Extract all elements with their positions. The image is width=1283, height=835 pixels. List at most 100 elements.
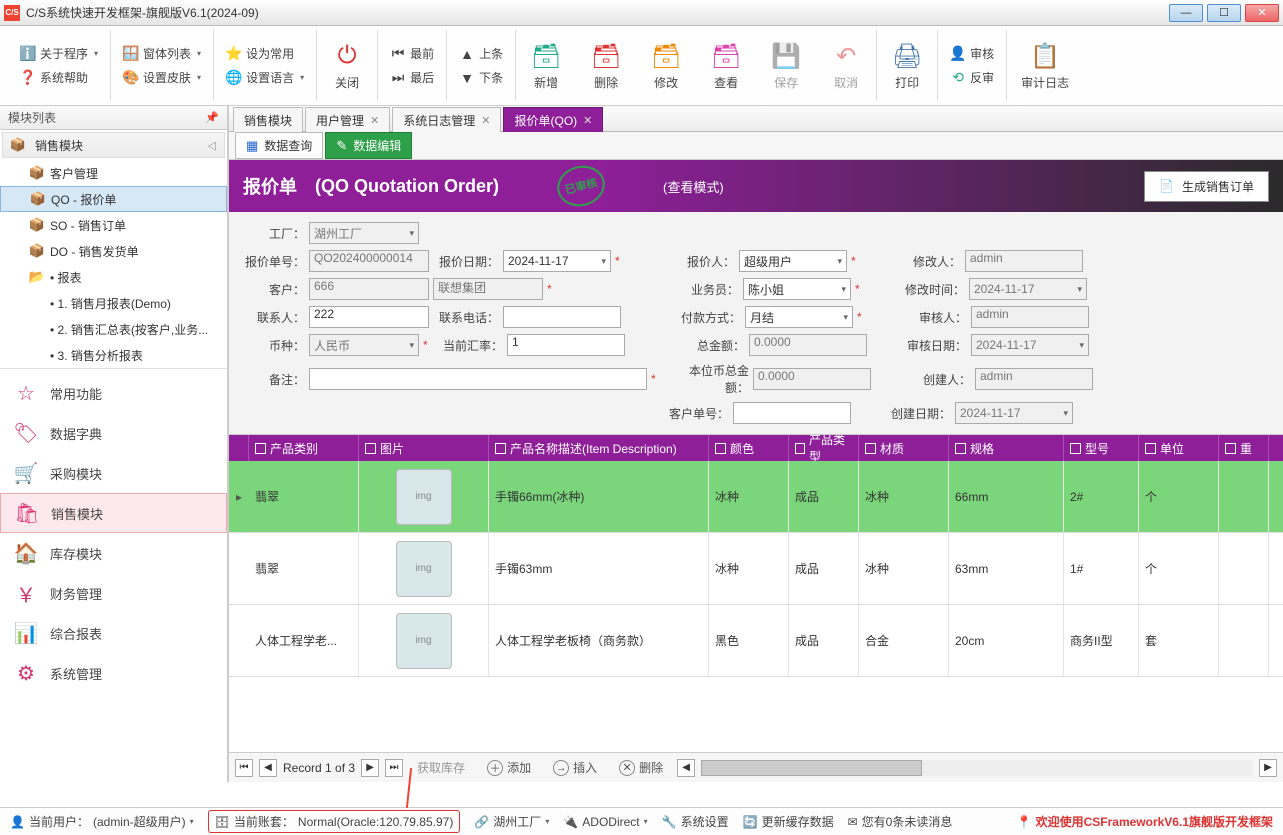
tree-item[interactable]: • 3. 销售分析报表 <box>0 342 227 368</box>
status-database[interactable]: 🗄 当前账套：Normal(Oracle:120.79.85.97) <box>208 810 461 833</box>
quick-nav-item[interactable]: 🏷数据字典 <box>0 413 227 453</box>
edit-button[interactable]: 🗃修改 <box>642 36 690 95</box>
tree-item[interactable]: • 2. 销售汇总表(按客户,业务... <box>0 316 227 342</box>
basetotal-input: 0.0000 <box>753 368 871 390</box>
col-category[interactable]: 产品类别 <box>249 435 359 461</box>
hscroll-left[interactable]: ◀ <box>677 759 695 777</box>
insert-row-button[interactable]: →插入 <box>545 757 605 778</box>
nav-next[interactable]: ▶ <box>361 759 379 777</box>
sales-label: 业务员： <box>677 281 739 298</box>
hscroll-right[interactable]: ▶ <box>1259 759 1277 777</box>
quick-nav-item[interactable]: ⚙系统管理 <box>0 653 227 693</box>
nav-last[interactable]: ⏭ <box>385 759 403 777</box>
add-row-button[interactable]: ＋添加 <box>479 757 539 778</box>
tree-item[interactable]: 📦SO - 销售订单 <box>0 212 227 238</box>
sidebar-back[interactable]: 📦销售模块◁ <box>2 132 225 158</box>
col-weight[interactable]: 重 <box>1219 435 1269 461</box>
quoter-select[interactable]: 超级用户 <box>739 250 847 272</box>
window-list-button[interactable]: 🪟窗体列表▾ <box>117 43 207 65</box>
tree-item[interactable]: 📦DO - 销售发货单 <box>0 238 227 264</box>
pin-icon[interactable]: 📌 <box>205 111 219 124</box>
delete-row-button[interactable]: ✕删除 <box>611 757 671 778</box>
view-button[interactable]: 🗃查看 <box>702 36 750 95</box>
tree-item[interactable]: 📦客户管理 <box>0 160 227 186</box>
nav-prev[interactable]: ◀ <box>259 759 277 777</box>
quick-nav-item[interactable]: 🛒采购模块 <box>0 453 227 493</box>
close-form-button[interactable]: ⏻关闭 <box>323 36 371 95</box>
document-tab[interactable]: 系统日志管理✕ <box>392 107 501 132</box>
cust-code-input[interactable]: 666 <box>309 278 429 300</box>
about-button[interactable]: ℹ️关于程序▾ <box>14 43 104 65</box>
get-stock-button[interactable]: 获取库存 <box>409 757 473 778</box>
col-color[interactable]: 颜色 <box>709 435 789 461</box>
document-tab[interactable]: 销售模块 <box>233 107 303 132</box>
quick-nav-item[interactable]: 📊综合报表 <box>0 613 227 653</box>
unapprove-button[interactable]: ⟲反审 <box>944 67 1000 89</box>
tab-close-icon[interactable]: ✕ <box>481 114 490 127</box>
delete-button[interactable]: 🗃删除 <box>582 36 630 95</box>
col-spec[interactable]: 规格 <box>949 435 1064 461</box>
status-messages[interactable]: ✉ 您有0条未读消息 <box>848 813 953 830</box>
modtime-label: 修改时间： <box>903 281 965 298</box>
factory-select[interactable]: 湖州工厂 <box>309 222 419 244</box>
first-button[interactable]: ⏮最前 <box>384 43 440 65</box>
grid-body[interactable]: ▸ 翡翠 img 手镯66mm(冰种) 冰种 成品 冰种 66mm 2# 个 翡… <box>229 461 1283 752</box>
quick-nav-item[interactable]: ☆常用功能 <box>0 373 227 413</box>
h-scrollbar[interactable] <box>701 760 1253 776</box>
status-user[interactable]: 👤 当前用户：(admin-超级用户)▾ <box>10 813 194 830</box>
tree-item[interactable]: 📦QO - 报价单 <box>0 186 227 212</box>
phone-input[interactable] <box>503 306 621 328</box>
print-button[interactable]: 🖨打印 <box>883 36 931 95</box>
quick-nav-item[interactable]: 🏠库存模块 <box>0 533 227 573</box>
rate-input[interactable]: 1 <box>507 334 625 356</box>
language-button[interactable]: 🌐设置语言▾ <box>220 67 310 89</box>
quick-nav-item[interactable]: ￥财务管理 <box>0 573 227 613</box>
approve-button[interactable]: 👤审核 <box>944 43 1000 65</box>
help-button[interactable]: ❓系统帮助 <box>14 67 104 89</box>
custpo-input[interactable] <box>733 402 851 424</box>
grid-row[interactable]: 翡翠 img 手镯63mm 冰种 成品 冰种 63mm 1# 个 <box>229 533 1283 605</box>
status-connection[interactable]: 🔌 ADODirect▾ <box>563 815 647 829</box>
db-add-icon: 🗃 <box>530 40 562 72</box>
document-tab[interactable]: 用户管理✕ <box>305 107 390 132</box>
set-home-button[interactable]: ⭐设为常用 <box>220 43 310 65</box>
next-button[interactable]: ▼下条 <box>453 67 509 89</box>
nav-first[interactable]: ⏮ <box>235 759 253 777</box>
col-unit[interactable]: 单位 <box>1139 435 1219 461</box>
factory-label: 工厂： <box>243 225 305 242</box>
col-material[interactable]: 材质 <box>859 435 949 461</box>
maximize-button[interactable]: ☐ <box>1207 4 1241 22</box>
tab-close-icon[interactable]: ✕ <box>583 114 592 127</box>
skin-button[interactable]: 🎨设置皮肤▾ <box>117 67 207 89</box>
tab-data-query[interactable]: ▦数据查询 <box>235 132 323 159</box>
prev-button[interactable]: ▲上条 <box>453 43 509 65</box>
document-tab[interactable]: 报价单(QO)✕ <box>503 107 603 132</box>
tree-item[interactable]: 📂• 报表 <box>0 264 227 290</box>
tab-data-edit[interactable]: ✎数据编辑 <box>325 132 412 159</box>
curr-select[interactable]: 人民币 <box>309 334 419 356</box>
status-factory[interactable]: 🔗 湖州工厂▾ <box>474 813 549 830</box>
grid-row[interactable]: 人体工程学老... img 人体工程学老板椅（商务款） 黑色 成品 合金 20c… <box>229 605 1283 677</box>
col-type[interactable]: 产品类型 <box>789 435 859 461</box>
sales-select[interactable]: 陈小姐 <box>743 278 851 300</box>
tab-close-icon[interactable]: ✕ <box>370 114 379 127</box>
qono-input[interactable]: QO202400000014 <box>309 250 429 272</box>
add-button[interactable]: 🗃新增 <box>522 36 570 95</box>
audit-log-button[interactable]: 📋审计日志 <box>1013 36 1077 95</box>
generate-order-button[interactable]: 📄生成销售订单 <box>1144 171 1269 202</box>
grid-row[interactable]: ▸ 翡翠 img 手镯66mm(冰种) 冰种 成品 冰种 66mm 2# 个 <box>229 461 1283 533</box>
minimize-button[interactable]: — <box>1169 4 1203 22</box>
remark-input[interactable] <box>309 368 647 390</box>
last-button[interactable]: ⏭最后 <box>384 67 440 89</box>
status-system-config[interactable]: 🔧 系统设置 <box>662 813 729 830</box>
contact-input[interactable]: 222 <box>309 306 429 328</box>
close-button[interactable]: ✕ <box>1245 4 1279 22</box>
tree-item[interactable]: • 1. 销售月报表(Demo) <box>0 290 227 316</box>
col-image[interactable]: 图片 <box>359 435 489 461</box>
pay-select[interactable]: 月结 <box>745 306 853 328</box>
status-refresh-cache[interactable]: 🔄 更新缓存数据 <box>743 813 834 830</box>
quick-nav-item[interactable]: 🛍销售模块 <box>0 493 227 533</box>
col-description[interactable]: 产品名称描述(Item Description) <box>489 435 709 461</box>
col-model[interactable]: 型号 <box>1064 435 1139 461</box>
qodate-input[interactable]: 2024-11-17 <box>503 250 611 272</box>
